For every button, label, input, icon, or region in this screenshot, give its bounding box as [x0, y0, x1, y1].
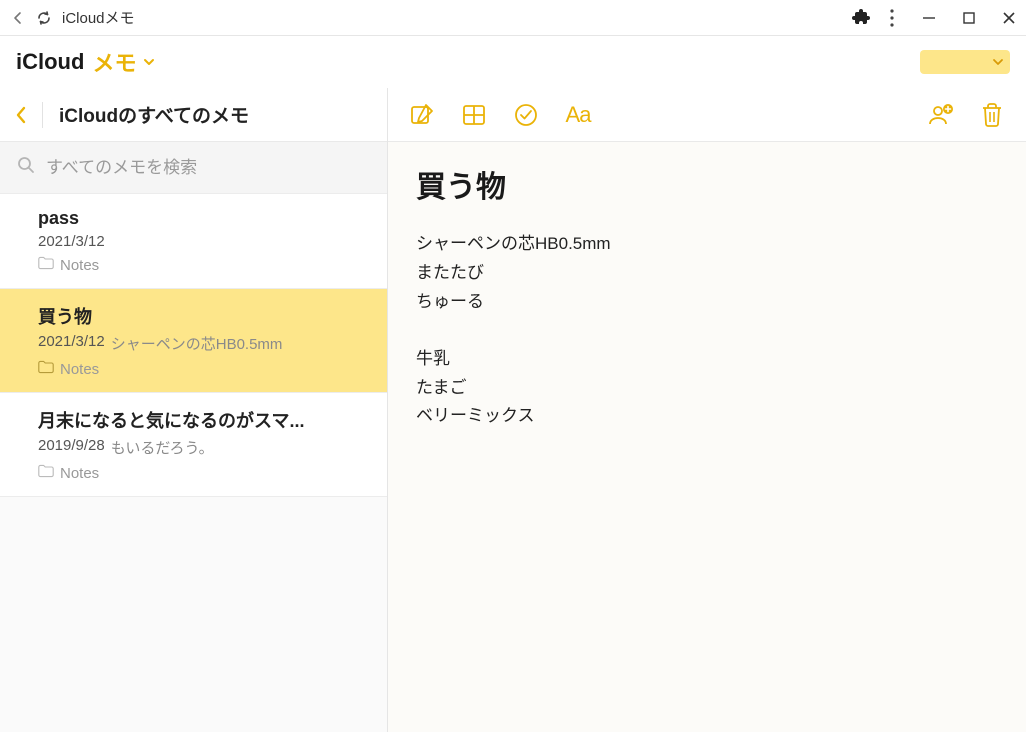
document-line: またたび — [416, 259, 998, 288]
note-date: 2021/3/12 — [38, 333, 105, 354]
text-format-icon[interactable]: Aa — [564, 101, 592, 129]
note-item[interactable]: pass 2021/3/12 Notes — [0, 194, 387, 289]
sidebar: iCloudのすべてのメモ pass 2021/3/12 Notes — [0, 88, 388, 732]
minimize-icon[interactable] — [922, 11, 936, 25]
refresh-icon[interactable] — [36, 10, 52, 26]
document-line: ちゅーる — [416, 288, 998, 317]
sidebar-header: iCloudのすべてのメモ — [0, 88, 387, 142]
note-item[interactable]: 買う物 2021/3/12 シャーペンの芯HB0.5mm Notes — [0, 289, 387, 393]
divider — [42, 102, 43, 128]
document-line: ベリーミックス — [416, 402, 998, 431]
search-row — [0, 142, 387, 194]
back-chevron-icon[interactable] — [14, 104, 28, 126]
note-folder-label: Notes — [60, 465, 99, 482]
note-title: 月末になると気になるのがスマ... — [38, 407, 371, 433]
document-line: 牛乳 — [416, 345, 998, 374]
document-line: たまご — [416, 374, 998, 403]
note-title: 買う物 — [38, 303, 371, 329]
editor-body[interactable]: 買う物 シャーペンの芯HB0.5mmまたたびちゅーる牛乳たまごベリーミックス — [388, 142, 1026, 732]
search-icon — [16, 155, 36, 180]
brand-memo: メモ — [92, 46, 136, 78]
document-line — [416, 317, 998, 345]
brand-icloud: iCloud — [16, 49, 84, 75]
note-preview: もいるだろう。 — [111, 437, 214, 458]
document-line: シャーペンの芯HB0.5mm — [416, 230, 998, 259]
browser-chrome: iCloudメモ — [0, 0, 1026, 36]
folder-icon — [38, 360, 54, 378]
folder-icon — [38, 464, 54, 482]
editor-toolbar: Aa — [388, 88, 1026, 142]
document-content: シャーペンの芯HB0.5mmまたたびちゅーる牛乳たまごベリーミックス — [416, 230, 998, 431]
menu-dots-icon[interactable] — [890, 9, 894, 27]
note-folder-label: Notes — [60, 257, 99, 274]
checklist-icon[interactable] — [512, 101, 540, 129]
add-person-icon[interactable] — [926, 101, 954, 129]
note-folder-label: Notes — [60, 361, 99, 378]
extensions-icon[interactable] — [852, 9, 870, 27]
app-title[interactable]: iCloud メモ — [16, 46, 156, 78]
editor: Aa 買う物 シャーペンの芯HB0.5mmまたたびちゅーる牛乳たまごベリーミック… — [388, 88, 1026, 732]
note-title: pass — [38, 208, 371, 229]
note-item[interactable]: 月末になると気になるのがスマ... 2019/9/28 もいるだろう。 Note… — [0, 393, 387, 497]
note-date: 2019/9/28 — [38, 437, 105, 458]
folder-icon — [38, 256, 54, 274]
grid-icon[interactable] — [460, 101, 488, 129]
sidebar-title: iCloudのすべてのメモ — [57, 101, 373, 128]
page-title: iCloudメモ — [62, 7, 135, 28]
note-preview: シャーペンの芯HB0.5mm — [111, 333, 283, 354]
trash-icon[interactable] — [978, 101, 1006, 129]
compose-icon[interactable] — [408, 101, 436, 129]
maximize-icon[interactable] — [962, 11, 976, 25]
notes-list: pass 2021/3/12 Notes 買う物 2021/3/12 シャーペン — [0, 194, 387, 732]
close-icon[interactable] — [1002, 11, 1016, 25]
chevron-down-icon — [138, 49, 156, 75]
document-title: 買う物 — [416, 162, 998, 206]
back-arrow-icon[interactable] — [10, 10, 26, 26]
note-date: 2021/3/12 — [38, 233, 105, 250]
search-input[interactable] — [46, 158, 371, 178]
account-menu[interactable] — [920, 50, 1010, 74]
app-header: iCloud メモ — [0, 36, 1026, 88]
